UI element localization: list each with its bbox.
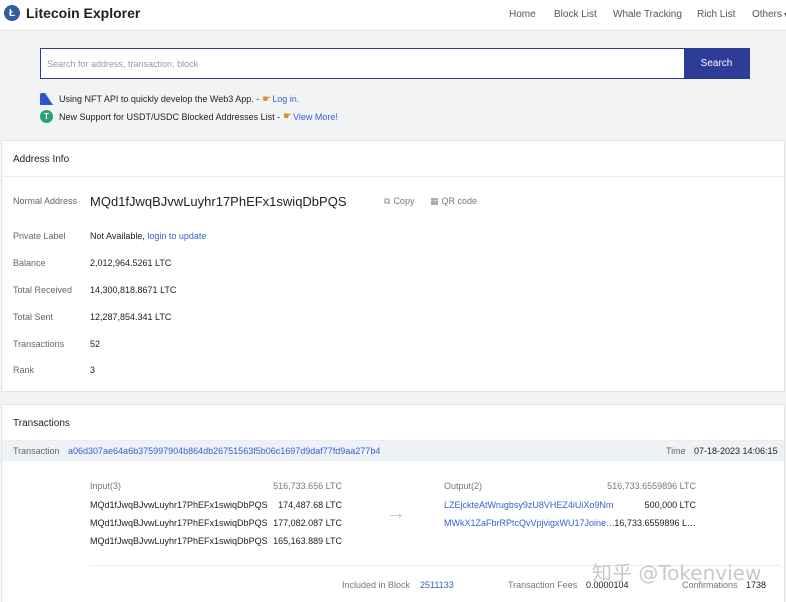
address-info-title: Address Info	[2, 141, 784, 177]
output-label: Output(2)	[444, 481, 483, 491]
output-amount: 16,733.6559896 L…	[614, 518, 696, 528]
qr-code-icon: ▦	[430, 195, 439, 206]
notice-nft: Using NFT API to quickly develop the Web…	[40, 93, 299, 105]
rank-label: Rank	[13, 365, 35, 375]
input-address[interactable]: MQd1fJwqBJvwLuyhr17PhEFx1swiqDbPQS	[90, 518, 270, 528]
time-value: 07-18-2023 14:06:15	[694, 446, 778, 456]
qr-label: QR code	[441, 196, 478, 206]
total-received-row: Total Received 14,300,818.8671 LTC	[2, 284, 784, 296]
top-navbar: Ł Litecoin Explorer Home Block List Whal…	[0, 0, 786, 31]
transaction-label: Transaction	[13, 446, 60, 456]
input-amount: 174,487.68 LTC	[278, 500, 342, 510]
time-label: Time	[666, 446, 686, 456]
nft-icon	[40, 93, 53, 105]
total-sent-row: Total Sent 12,287,854.341 LTC	[2, 311, 784, 323]
nav-others[interactable]: Others▾	[752, 9, 786, 20]
transaction-hash-link[interactable]: a06d307ae64a6b375997904b864db26751563f5b…	[68, 446, 380, 456]
copy-icon: ⧉	[384, 195, 391, 206]
normal-address-row: Normal Address MQd1fJwqBJvwLuyhr17PhEFx1…	[2, 193, 784, 209]
total-sent-label: Total Sent	[13, 312, 54, 322]
rank-value: 3	[90, 365, 96, 375]
address-value: MQd1fJwqBJvwLuyhr17PhEFx1swiqDbPQS	[90, 193, 347, 209]
private-label-value: Not Available, login to update	[90, 231, 206, 241]
copy-label: Copy	[393, 196, 415, 206]
search-bar: Search	[40, 48, 750, 79]
transactions-count-value: 52	[90, 339, 101, 349]
private-label-text: Not Available,	[90, 231, 145, 241]
search-button[interactable]: Search	[684, 49, 749, 78]
watermark: 知乎 @Tokenview	[592, 561, 762, 585]
nav-whale-tracking[interactable]: Whale Tracking	[613, 9, 682, 20]
input-address[interactable]: MQd1fJwqBJvwLuyhr17PhEFx1swiqDbPQS	[90, 500, 270, 510]
pointing-hand-icon: ☛	[262, 93, 272, 105]
private-label-row: Private Label Not Available, login to up…	[2, 230, 784, 242]
view-more-link[interactable]: View More!	[293, 112, 338, 122]
normal-address-label: Normal Address	[13, 196, 78, 206]
balance-label: Balance	[13, 258, 46, 268]
brand[interactable]: Ł Litecoin Explorer	[4, 5, 140, 21]
copy-button[interactable]: ⧉ Copy	[384, 196, 414, 207]
login-to-update-link[interactable]: login to update	[147, 231, 206, 241]
input-amount: 177,082.087 LTC	[273, 518, 342, 528]
transactions-count-row: Transactions 52	[2, 338, 784, 350]
total-received-value: 14,300,818.8671 LTC	[90, 285, 177, 295]
brand-name: Litecoin Explorer	[26, 5, 141, 21]
qr-code-button[interactable]: ▦ QR code	[430, 196, 477, 207]
output-address-link[interactable]: MWkX1ZaFbrRPtcQvVpjvigxWU17Joine…	[444, 518, 614, 528]
transaction-fees-label: Transaction Fees	[508, 580, 578, 590]
notice-usdt-text: New Support for USDT/USDC Blocked Addres…	[59, 111, 281, 122]
block-link[interactable]: 2511133	[420, 580, 454, 590]
nav-block-list[interactable]: Block List	[554, 9, 597, 20]
private-label-label: Private Label	[13, 231, 66, 241]
tether-icon: T	[40, 110, 53, 123]
output-address-link[interactable]: LZEjckteAtWrugbsy9zU8VHEZ4iUiXo9Nm	[444, 500, 616, 510]
nav-others-label: Others	[752, 9, 783, 20]
input-label: Input(3)	[90, 481, 122, 491]
included-in-block-label: Included in Block	[342, 580, 411, 590]
total-sent-value: 12,287,854.341 LTC	[90, 312, 172, 322]
transactions-title: Transactions	[2, 405, 784, 441]
nav-home[interactable]: Home	[509, 9, 536, 20]
balance-value: 2,012,964.5261 LTC	[90, 258, 172, 268]
search-input[interactable]	[41, 49, 684, 78]
nav-rich-list[interactable]: Rich List	[697, 9, 735, 20]
transaction-header-row: Transaction a06d307ae64a6b375997904b864d…	[2, 441, 784, 461]
pointing-hand-icon: ☛	[283, 111, 293, 122]
rank-row: Rank 3	[2, 364, 784, 376]
output-total: 516,733.6559896 LTC	[607, 481, 696, 491]
balance-row: Balance 2,012,964.5261 LTC	[2, 257, 784, 269]
notice-nft-text: Using NFT API to quickly develop the Web…	[59, 94, 260, 104]
login-link[interactable]: Log in.	[272, 94, 299, 104]
transactions-count-label: Transactions	[13, 339, 65, 349]
total-received-label: Total Received	[13, 285, 73, 295]
notice-usdt: T New Support for USDT/USDC Blocked Addr…	[40, 110, 338, 123]
arrow-right-icon: →	[386, 502, 406, 524]
address-info-card: Address Info Normal Address MQd1fJwqBJvw…	[1, 140, 785, 392]
input-total: 516,733.656 LTC	[273, 481, 342, 491]
litecoin-logo-icon: Ł	[4, 5, 20, 21]
input-address[interactable]: MQd1fJwqBJvwLuyhr17PhEFx1swiqDbPQS	[90, 536, 270, 546]
output-amount: 500,000 LTC	[644, 500, 696, 510]
input-amount: 165,163.889 LTC	[273, 536, 342, 546]
